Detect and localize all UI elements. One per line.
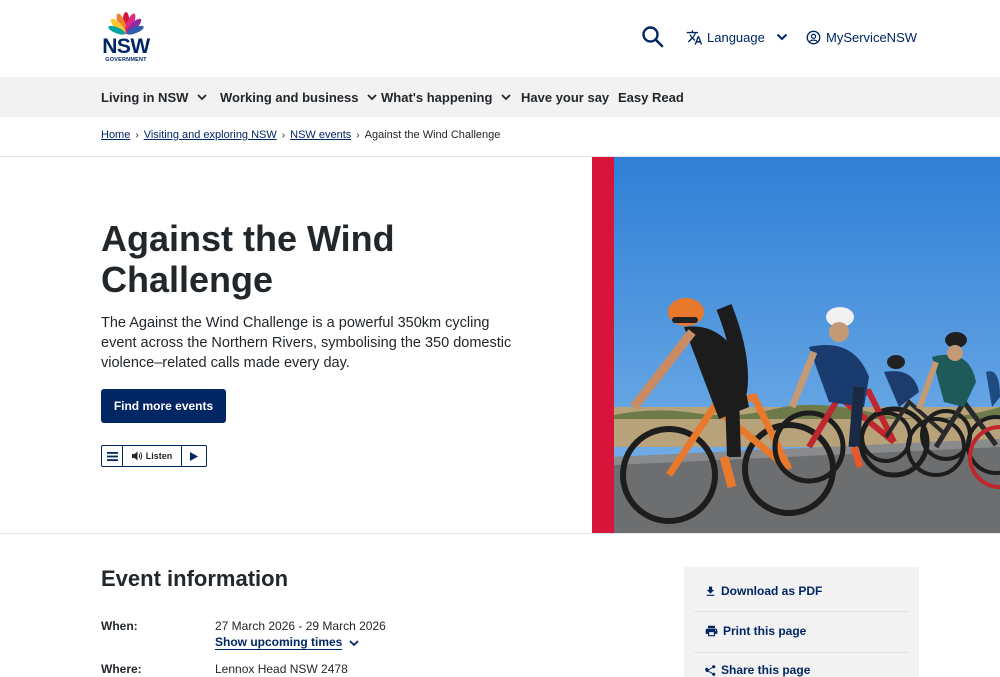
show-upcoming-times-button[interactable]: Show upcoming times xyxy=(215,635,360,650)
where-value: Lennox Head NSW 2478 xyxy=(215,662,348,676)
nav-item-easy-read[interactable]: Easy Read xyxy=(618,77,684,117)
account-circle-icon xyxy=(806,30,821,44)
breadcrumb-current: Against the Wind Challenge xyxy=(364,129,501,141)
event-information-heading: Event information xyxy=(101,566,289,591)
share-icon xyxy=(705,664,716,676)
listen-menu-button[interactable] xyxy=(102,446,123,466)
main-navigation: Living in NSW Working and business What'… xyxy=(0,77,1000,117)
nav-item-living-in-nsw[interactable]: Living in NSW xyxy=(101,77,208,117)
nav-item-whats-happening[interactable]: What's happening xyxy=(381,77,512,117)
play-button[interactable] xyxy=(181,446,206,466)
nav-item-label: Easy Read xyxy=(618,89,684,105)
nav-item-label: Working and business xyxy=(220,89,359,105)
chevron-right-icon: › xyxy=(135,129,139,141)
breadcrumb: Home › Visiting and exploring NSW › NSW … xyxy=(101,129,500,141)
where-label: Where: xyxy=(101,662,142,676)
listen-player: Listen xyxy=(101,445,207,467)
chevron-down-icon xyxy=(776,33,788,41)
when-value: 27 March 2026 - 29 March 2026 xyxy=(215,619,386,633)
chevron-down-icon xyxy=(501,94,512,101)
print-page-link[interactable]: Print this page xyxy=(704,624,806,638)
find-more-events-button[interactable]: Find more events xyxy=(101,389,226,423)
listen-button[interactable]: Listen xyxy=(123,446,181,466)
nav-item-working-and-business[interactable]: Working and business xyxy=(220,77,378,117)
page-title: Against the Wind Challenge xyxy=(101,218,395,300)
breadcrumb-link-nsw-events[interactable]: NSW events xyxy=(290,129,351,141)
cyclists-photo xyxy=(614,157,1000,533)
download-pdf-link[interactable]: Download as PDF xyxy=(704,584,822,598)
download-icon xyxy=(706,586,715,596)
share-page-link[interactable]: Share this page xyxy=(704,663,810,677)
menu-icon xyxy=(106,451,118,461)
nav-item-have-your-say[interactable]: Have your say xyxy=(521,77,609,117)
language-label: Language xyxy=(707,29,765,45)
print-page-label: Print this page xyxy=(723,624,807,638)
print-icon xyxy=(705,625,718,637)
hero-description: The Against the Wind Challenge is a powe… xyxy=(101,315,512,371)
nsw-government-logo[interactable]: NSW GOVERNMENT xyxy=(100,10,152,66)
myservicensw-label: MyServiceNSW xyxy=(826,29,918,45)
breadcrumb-link-visiting[interactable]: Visiting and exploring NSW xyxy=(144,129,277,141)
site-header: NSW GOVERNMENT Language MyServiceNSW xyxy=(0,0,1000,77)
search-button[interactable] xyxy=(640,24,666,50)
divider xyxy=(0,533,1000,534)
nav-item-label: Have your say xyxy=(521,89,610,105)
chevron-down-icon xyxy=(349,639,359,646)
chevron-down-icon xyxy=(197,94,208,101)
logo-subtext: GOVERNMENT xyxy=(105,57,147,63)
nav-item-label: What's happening xyxy=(381,89,493,105)
divider xyxy=(694,652,909,653)
show-upcoming-times-label: Show upcoming times xyxy=(215,635,343,650)
speaker-icon xyxy=(131,451,142,461)
page-actions-panel: Download as PDF Print this page Share th… xyxy=(684,567,919,677)
play-icon xyxy=(190,451,198,461)
chevron-right-icon: › xyxy=(356,129,360,141)
nav-item-label: Living in NSW xyxy=(101,89,189,105)
divider xyxy=(694,611,909,612)
when-label: When: xyxy=(101,619,138,633)
search-icon xyxy=(642,26,664,48)
chevron-down-icon xyxy=(367,94,378,101)
download-pdf-label: Download as PDF xyxy=(721,584,823,598)
breadcrumb-link-home[interactable]: Home xyxy=(101,129,130,141)
language-selector[interactable]: Language xyxy=(686,26,789,48)
listen-label: Listen xyxy=(145,451,173,461)
logo-wordmark: NSW xyxy=(102,35,150,58)
myservicensw-link[interactable]: MyServiceNSW xyxy=(806,26,917,48)
chevron-right-icon: › xyxy=(281,129,286,141)
share-page-label: Share this page xyxy=(721,663,811,677)
translate-icon xyxy=(686,29,703,45)
accent-bar xyxy=(592,157,614,533)
hero-image-cyclists xyxy=(614,157,1000,533)
